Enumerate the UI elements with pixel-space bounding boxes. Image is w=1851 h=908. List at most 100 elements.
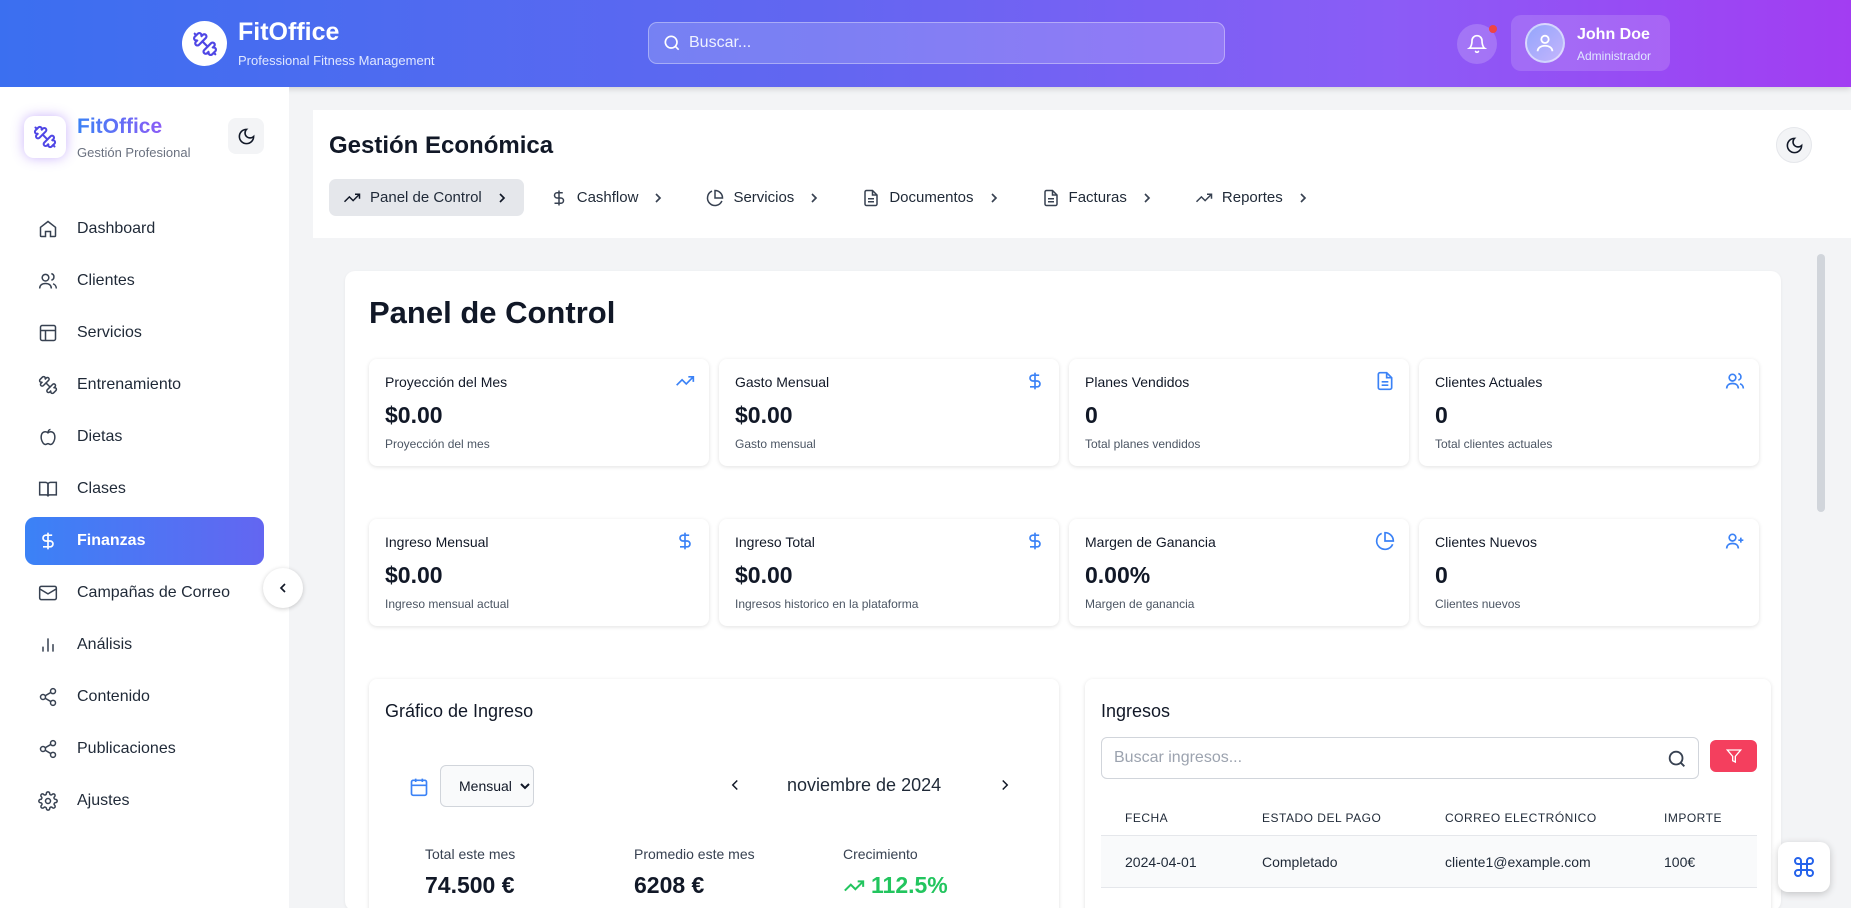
stat-description: Gasto mensual (735, 437, 816, 451)
book-icon (37, 478, 59, 500)
finance-tabs: Panel de Control Cashflow Servicios Docu… (329, 179, 1337, 216)
sidebar-item-ajustes[interactable]: Ajustes (25, 777, 264, 825)
sidebar-item-label: Clientes (77, 272, 135, 289)
income-table-card: Ingresos FECHA ESTADO DEL PAGO CORREO EL… (1085, 679, 1771, 908)
command-palette-button[interactable] (1778, 842, 1830, 892)
metric-label: Total este mes (425, 846, 516, 862)
stat-description: Total planes vendidos (1085, 437, 1201, 451)
home-icon (37, 218, 59, 240)
sidebar-item-contenido[interactable]: Contenido (25, 673, 264, 721)
sidebar-item-servicios[interactable]: Servicios (25, 309, 264, 357)
page-title: Gestión Económica (329, 132, 554, 159)
dumbbell-icon (37, 374, 59, 396)
sidebar-item-clases[interactable]: Clases (25, 465, 264, 513)
user-icon (1536, 34, 1554, 52)
chevron-right-icon (494, 190, 510, 206)
previous-month-button[interactable] (726, 776, 744, 799)
users-icon (1725, 371, 1745, 396)
next-month-button[interactable] (996, 776, 1014, 799)
table-cell: Completado (1262, 853, 1338, 870)
metric-crecimiento: Crecimiento 112.5% (843, 846, 948, 899)
pie-chart-icon (1375, 531, 1395, 556)
user-name: John Doe (1577, 26, 1650, 43)
column-header[interactable]: FECHA (1101, 811, 1238, 825)
dumbbell-icon[interactable] (24, 116, 66, 158)
stat-value: $0.00 (385, 562, 443, 588)
tab-panel-de-control[interactable]: Panel de Control (329, 179, 524, 216)
notification-badge (1489, 25, 1497, 33)
trending-up-icon (844, 879, 865, 891)
table-header: FECHA ESTADO DEL PAGO CORREO ELECTRÓNICO… (1101, 801, 1757, 836)
sidebar-title: FitOffice (77, 115, 163, 138)
sidebar-item-clientes[interactable]: Clientes (25, 257, 264, 305)
metric-value-row: 112.5% (843, 872, 948, 899)
sidebar-item-label: Contenido (77, 688, 150, 705)
file-icon (1375, 371, 1395, 396)
sidebar-item-label: Finanzas (77, 532, 146, 549)
chevron-right-icon (650, 190, 666, 206)
sidebar-item-publicaciones[interactable]: Publicaciones (25, 725, 264, 773)
user-menu[interactable]: John Doe Administrador (1511, 15, 1670, 71)
tab-reportes[interactable]: Reportes (1181, 179, 1325, 216)
column-header[interactable]: CORREO ELECTRÓNICO (1421, 811, 1640, 825)
scrollbar-thumb[interactable] (1817, 254, 1825, 512)
theme-toggle-button[interactable] (228, 118, 264, 154)
sidebar-item-dietas[interactable]: Dietas (25, 413, 264, 461)
stat-description: Clientes nuevos (1435, 597, 1521, 611)
tab-label: Reportes (1221, 189, 1283, 206)
global-search-input[interactable] (689, 23, 1209, 63)
chevron-left-icon (279, 583, 286, 593)
stat-card-planes-vendidos: Planes Vendidos 0 Total planes vendidos (1069, 359, 1409, 466)
column-header[interactable]: ESTADO DEL PAGO (1238, 811, 1421, 825)
stat-value: 0 (1435, 562, 1448, 588)
stat-value: $0.00 (385, 402, 443, 428)
metric-value: 74.500 € (425, 872, 515, 898)
moon-icon (238, 128, 254, 144)
dollar-icon (675, 531, 695, 556)
sidebar-item-label: Clases (77, 480, 126, 497)
sidebar-item-label: Servicios (77, 324, 142, 341)
sidebar-item-finanzas[interactable]: Finanzas (25, 517, 264, 565)
tab-cashflow[interactable]: Cashflow (536, 179, 681, 216)
trending-up-icon (1195, 189, 1213, 207)
apple-icon (37, 426, 59, 448)
sidebar-item-analisis[interactable]: Análisis (25, 621, 264, 669)
tab-label: Panel de Control (370, 189, 482, 206)
command-icon (1794, 857, 1814, 877)
period-select[interactable]: Mensual (440, 765, 534, 807)
layout-icon (37, 322, 59, 344)
table-row[interactable]: 2024-04-01 Completado cliente1@example.c… (1101, 836, 1757, 888)
tab-facturas[interactable]: Facturas (1028, 179, 1169, 216)
tab-servicios[interactable]: Servicios (692, 179, 836, 216)
table-cell: cliente1@example.com (1445, 853, 1591, 870)
metric-label: Promedio este mes (634, 846, 755, 862)
stat-card-gasto-mensual: Gasto Mensual $0.00 Gasto mensual (719, 359, 1059, 466)
file-icon (862, 189, 880, 207)
section-title: Panel de Control (369, 295, 616, 330)
sidebar-item-campanas-de-correo[interactable]: Campañas de Correo (25, 569, 264, 617)
column-header[interactable]: IMPORTE (1640, 811, 1757, 825)
trending-up-icon (343, 189, 361, 207)
sidebar-collapse-button[interactable] (263, 568, 303, 608)
filter-button[interactable] (1710, 740, 1757, 772)
dumbbell-icon[interactable] (182, 21, 227, 66)
global-search[interactable] (648, 22, 1225, 64)
tab-documentos[interactable]: Documentos (848, 179, 1015, 216)
bell-icon (1467, 34, 1487, 54)
stat-label: Ingreso Total (735, 534, 815, 550)
income-chart-card: Gráfico de Ingreso Mensual noviembre de … (369, 679, 1059, 908)
income-search-input[interactable] (1114, 738, 1654, 778)
stat-card-clientes-actuales: Clientes Actuales 0 Total clientes actua… (1419, 359, 1759, 466)
income-search[interactable] (1101, 737, 1699, 779)
filter-icon (1725, 749, 1742, 764)
search-icon (1668, 750, 1685, 767)
sidebar-item-dashboard[interactable]: Dashboard (25, 205, 264, 253)
tab-label: Documentos (889, 189, 974, 206)
sidebar-item-entrenamiento[interactable]: Entrenamiento (25, 361, 264, 409)
theme-toggle-button[interactable] (1776, 127, 1812, 163)
sidebar-item-label: Publicaciones (77, 740, 176, 757)
dollar-icon (1025, 371, 1045, 396)
calendar-icon[interactable] (409, 777, 429, 802)
tab-label: Servicios (733, 189, 795, 206)
stat-value: 0 (1085, 402, 1098, 428)
